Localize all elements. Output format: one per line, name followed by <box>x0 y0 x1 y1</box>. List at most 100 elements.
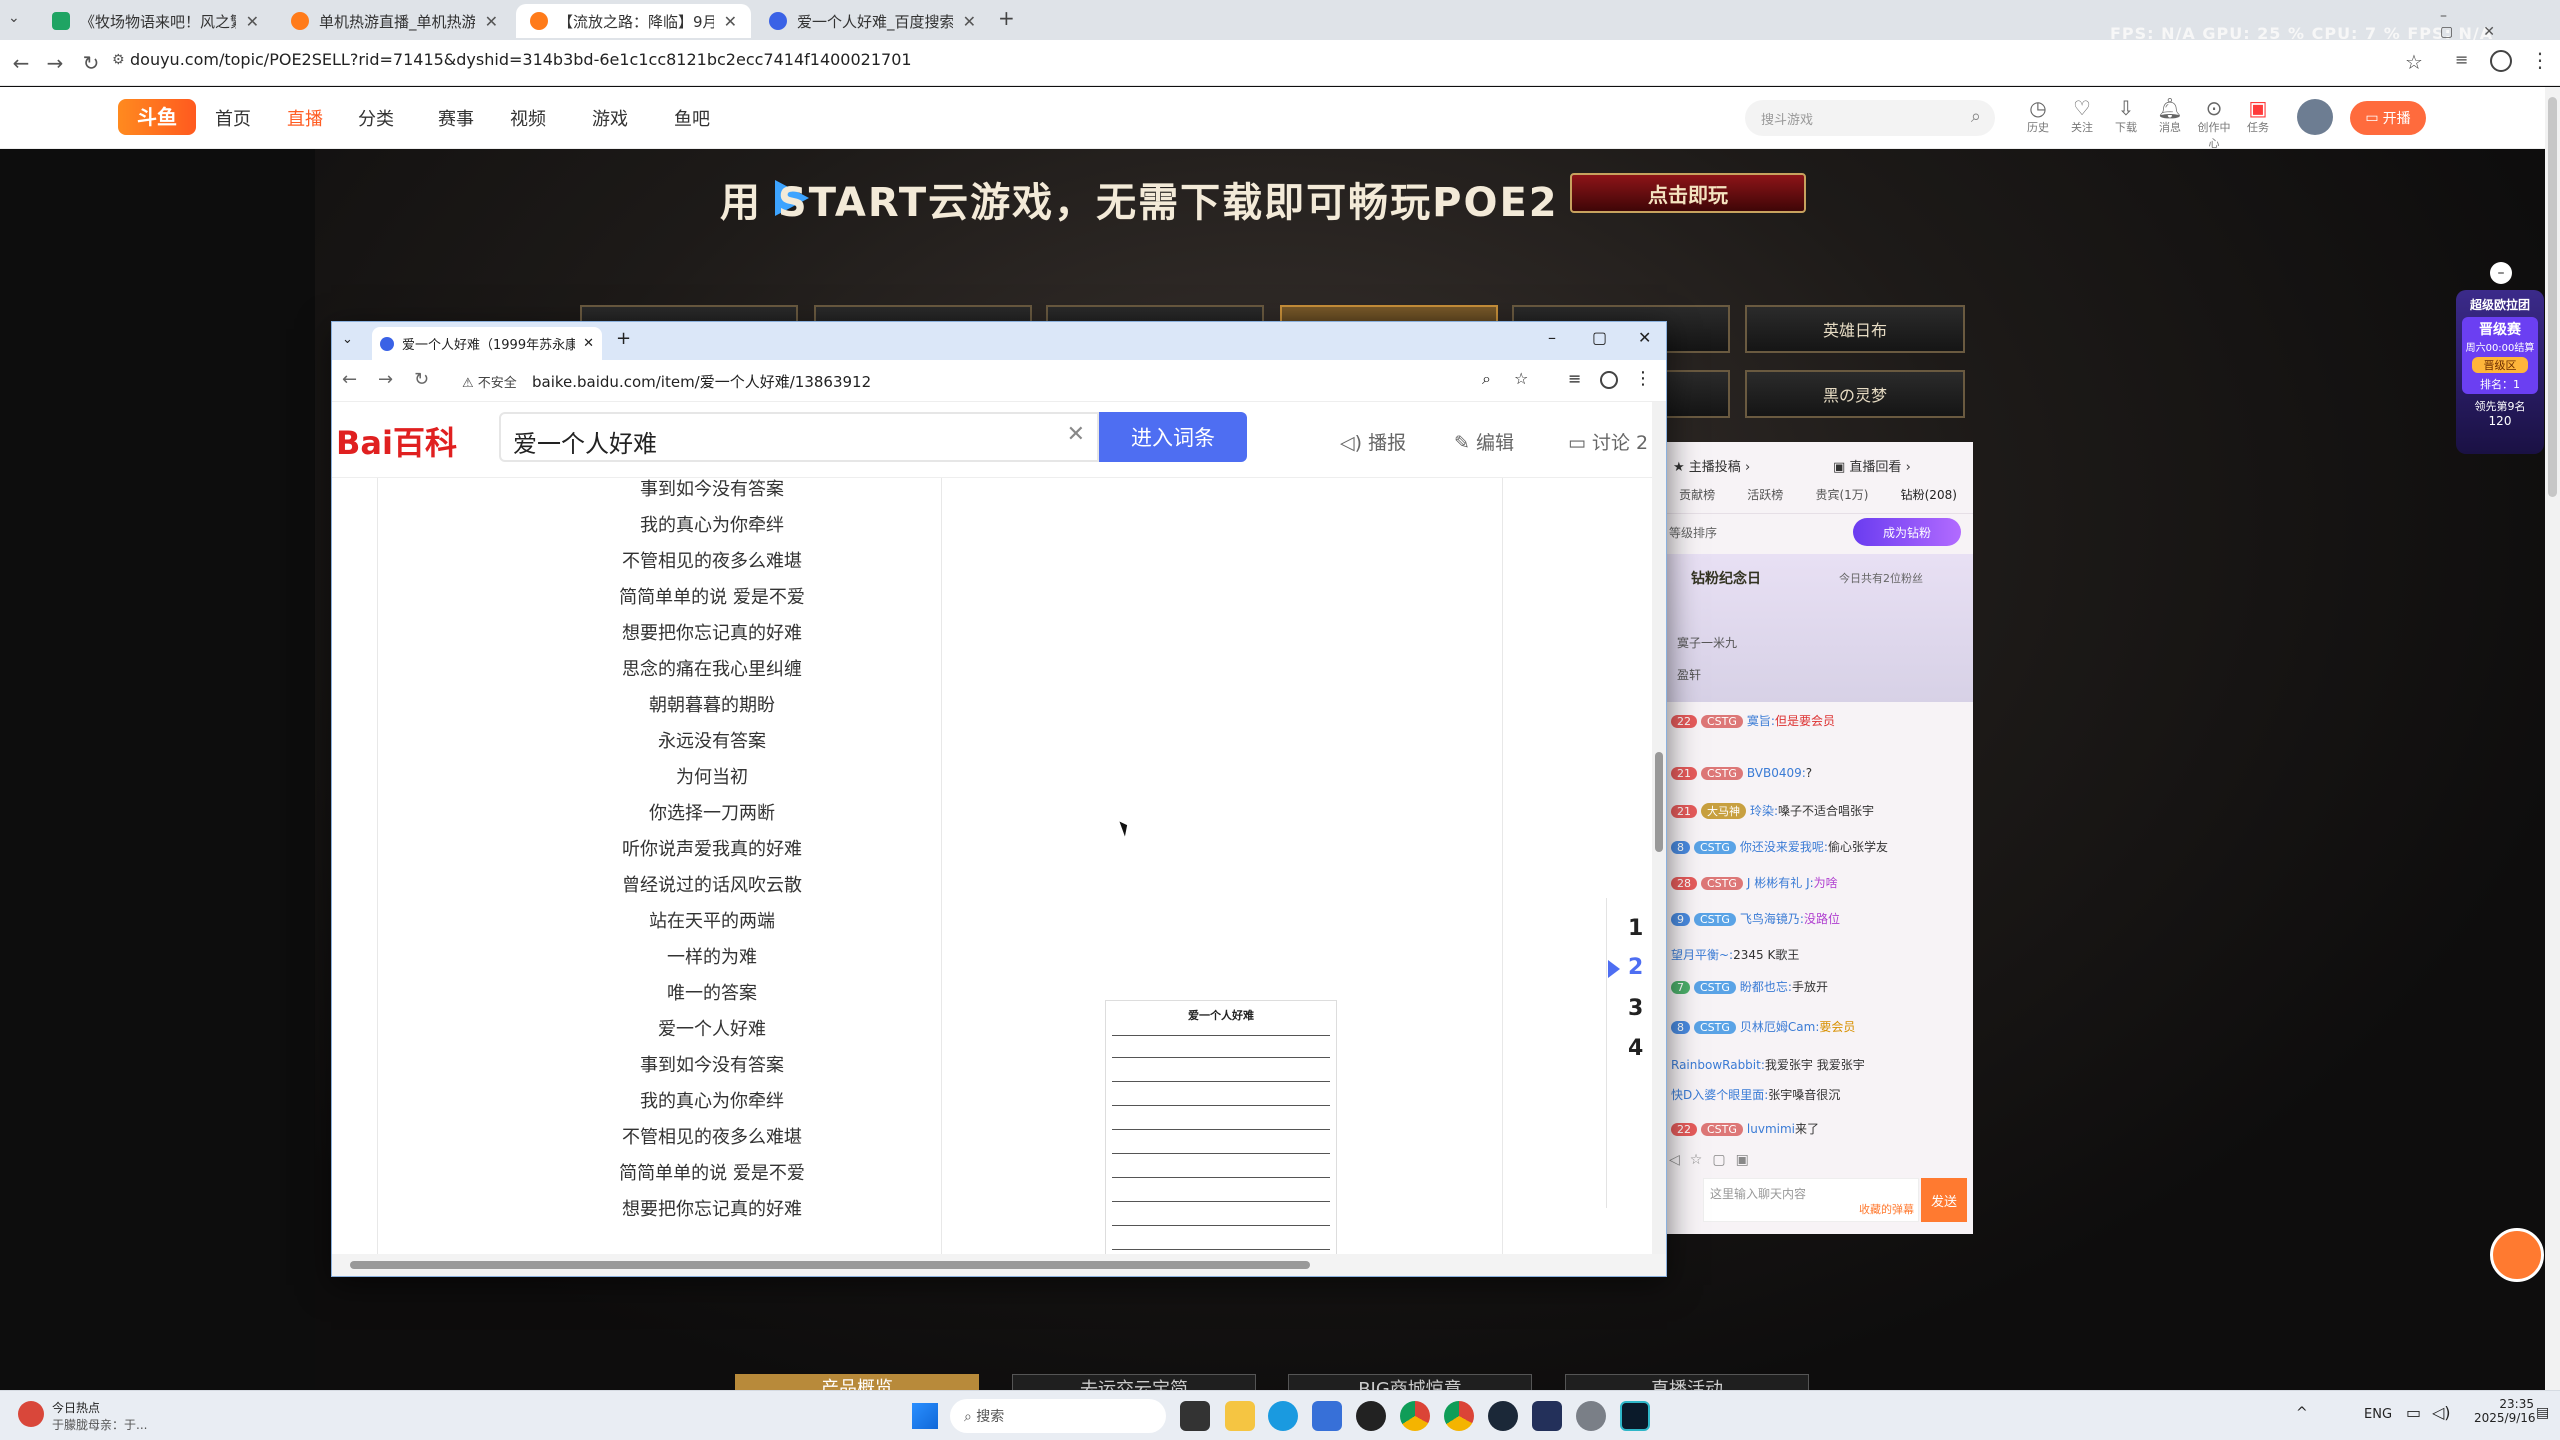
chat-tab-contrib[interactable]: ★ 主播投稿 › <box>1673 456 1750 475</box>
browser-tab-3[interactable]: 【流放之路：降临】9月11日新 ✕ <box>516 4 751 38</box>
media-icon[interactable]: ≡ <box>1568 369 1581 388</box>
discuss-button[interactable]: ▭ 讨论 2 <box>1568 428 1648 455</box>
start-icon[interactable] <box>912 1403 938 1429</box>
chat-user[interactable]: BVB0409: <box>1747 766 1806 780</box>
volume-icon[interactable]: ◁ <box>1669 1152 1690 1168</box>
page-scrollbar[interactable] <box>2545 87 2560 1390</box>
nav-events[interactable]: 赛事 <box>438 105 474 131</box>
clear-icon[interactable]: ✕ <box>1067 422 1085 447</box>
bookmark-star-icon[interactable]: ☆ <box>1514 369 1528 388</box>
close-icon[interactable]: ✕ <box>246 12 259 31</box>
popup-url[interactable]: baike.baidu.com/item/爱一个人好难/13863912 <box>532 371 871 392</box>
taskbar-search[interactable]: ⌕ 搜索 <box>950 1399 1166 1433</box>
chat-user[interactable]: 寞旨: <box>1747 714 1775 728</box>
menu-icon[interactable]: ⋮ <box>1634 368 1652 389</box>
task-view-icon[interactable] <box>1180 1401 1210 1431</box>
news-widget[interactable]: 今日热点 于朦胧母亲：于... <box>18 1399 147 1433</box>
nav-games[interactable]: 游戏 <box>592 105 628 131</box>
popup-tab[interactable]: 爱一个人好难（1999年苏永康 ✕ <box>372 327 602 360</box>
douyu-logo[interactable]: 斗鱼 <box>118 99 196 135</box>
chat-user[interactable]: 贝林厄姆Cam: <box>1740 1020 1819 1034</box>
gift-icon[interactable]: ▢ <box>1712 1152 1735 1168</box>
chat-user[interactable]: 玲染: <box>1750 804 1778 818</box>
become-fan-button[interactable]: 成为钻粉 <box>1853 518 1961 546</box>
play-button[interactable]: ◁) 播报 <box>1340 428 1406 455</box>
subtab-contrib[interactable]: 贡献榜 <box>1679 486 1715 513</box>
douyu-search-input[interactable]: 搜斗游戏 ⌕ <box>1745 100 1995 136</box>
chat-tab-replay[interactable]: ▣ 直播回看 › <box>1833 456 1911 475</box>
history-button[interactable]: ◷ 历史 <box>2018 97 2058 135</box>
close-icon[interactable]: ✕ <box>724 12 737 31</box>
new-tab-button[interactable]: + <box>998 6 1015 30</box>
tray-chevron-icon[interactable]: ^ <box>2296 1405 2308 1421</box>
nav-category[interactable]: 分类 <box>358 105 394 131</box>
volume-icon[interactable]: ◁) <box>2432 1403 2451 1422</box>
danmu-label[interactable]: 收藏的弹幕 <box>1859 1201 1914 1217</box>
chat-user[interactable]: 望月平衡~: <box>1671 948 1733 962</box>
bookmark-star-icon[interactable]: ☆ <box>2405 50 2423 74</box>
app-icon-3[interactable] <box>1620 1401 1650 1431</box>
collapse-icon[interactable]: – <box>2490 262 2512 284</box>
popup-close-button[interactable]: ✕ <box>1638 328 1651 347</box>
tab-list-icon[interactable]: ⌄ <box>8 10 20 26</box>
customer-service-icon[interactable] <box>2490 1228 2544 1282</box>
app-icon[interactable] <box>1356 1401 1386 1431</box>
popup-horizontal-scrollbar[interactable] <box>332 1254 1666 1276</box>
back-icon[interactable]: ← <box>342 369 357 390</box>
back-icon[interactable]: ← <box>6 48 36 78</box>
search-icon[interactable]: ⌕ <box>1971 106 1981 127</box>
image-icon[interactable]: ▣ <box>1736 1152 1759 1168</box>
settings-icon[interactable] <box>1576 1401 1606 1431</box>
zoom-icon[interactable]: ⌕ <box>1482 369 1491 389</box>
forward-icon[interactable]: → <box>40 48 70 78</box>
popup-maximize-button[interactable]: ▢ <box>1592 328 1607 347</box>
popup-tab-list-icon[interactable]: ⌄ <box>342 332 353 347</box>
subtab-vip[interactable]: 贵宾(1万) <box>1815 486 1868 513</box>
profile-icon[interactable] <box>2490 50 2512 72</box>
browser-tab-2[interactable]: 单机热游直播_单机热游直播间 ✕ <box>277 4 512 38</box>
download-button[interactable]: ⇩ 下载 <box>2106 97 2146 135</box>
game-tab-hero[interactable]: 英雄日布 <box>1745 305 1965 353</box>
edit-button[interactable]: ✎ 编辑 <box>1454 428 1514 455</box>
menu-icon[interactable]: ⋮ <box>2530 48 2550 72</box>
enter-entry-button[interactable]: 进入词条 <box>1099 412 1247 462</box>
language-indicator[interactable]: ENG <box>2364 1407 2392 1422</box>
forward-icon[interactable]: → <box>378 369 393 390</box>
chrome-icon-2[interactable] <box>1444 1401 1474 1431</box>
url-text[interactable]: douyu.com/topic/POE2SELL?rid=71415&dyshi… <box>130 50 912 69</box>
play-now-button[interactable]: 点击即玩 <box>1570 173 1806 213</box>
chat-user[interactable]: 飞鸟海镜乃: <box>1740 912 1804 926</box>
close-icon[interactable]: ✕ <box>583 336 594 351</box>
creator-button[interactable]: ⊙ 创作中心 <box>2194 97 2234 151</box>
chat-user[interactable]: 你还没来爱我呢: <box>1740 840 1828 854</box>
go-live-button[interactable]: ▭ 开播 <box>2350 101 2426 135</box>
edge-icon[interactable] <box>1268 1401 1298 1431</box>
app-icon-2[interactable] <box>1532 1401 1562 1431</box>
steam-icon[interactable] <box>1488 1401 1518 1431</box>
page-number-1[interactable]: 1 <box>1628 916 1643 941</box>
reload-icon[interactable]: ↻ <box>414 369 429 390</box>
insecure-badge[interactable]: ⚠ 不安全 <box>462 372 517 391</box>
popup-minimize-button[interactable]: – <box>1548 328 1556 347</box>
baike-logo[interactable]: Bai百科 <box>336 418 457 464</box>
chat-user[interactable]: luvmimi <box>1747 1122 1795 1136</box>
nav-video[interactable]: 视频 <box>510 105 546 131</box>
page-number-2[interactable]: 2 <box>1628 955 1643 980</box>
nav-fishbar[interactable]: 鱼吧 <box>674 105 710 131</box>
store-icon[interactable] <box>1312 1401 1342 1431</box>
file-explorer-icon[interactable] <box>1225 1401 1255 1431</box>
chat-user[interactable]: 快D入婆个眼里面: <box>1671 1088 1768 1102</box>
site-info-icon[interactable]: ⚙ <box>112 52 125 68</box>
nav-live[interactable]: 直播 <box>287 105 323 131</box>
task-button[interactable]: ▣ 任务 <box>2238 97 2278 135</box>
page-number-4[interactable]: 4 <box>1628 1036 1643 1061</box>
subtab-fans[interactable]: 钻粉(208) <box>1901 486 1957 513</box>
user-avatar[interactable] <box>2297 99 2333 135</box>
network-icon[interactable]: ▭ <box>2406 1403 2421 1422</box>
page-number-3[interactable]: 3 <box>1628 996 1643 1021</box>
side-promo-card[interactable]: 超级欧拉团 晋级赛 周六00:00结算 晋级区 排名：1 领先第9名 120 <box>2456 290 2544 454</box>
browser-tab-1[interactable]: 《牧场物语来吧！风之繁华集市 ✕ <box>38 4 273 38</box>
chat-user[interactable]: RainbowRabbit: <box>1671 1058 1765 1072</box>
notification-icon[interactable]: ▤ <box>2536 1405 2549 1421</box>
reload-icon[interactable]: ↻ <box>76 48 106 78</box>
